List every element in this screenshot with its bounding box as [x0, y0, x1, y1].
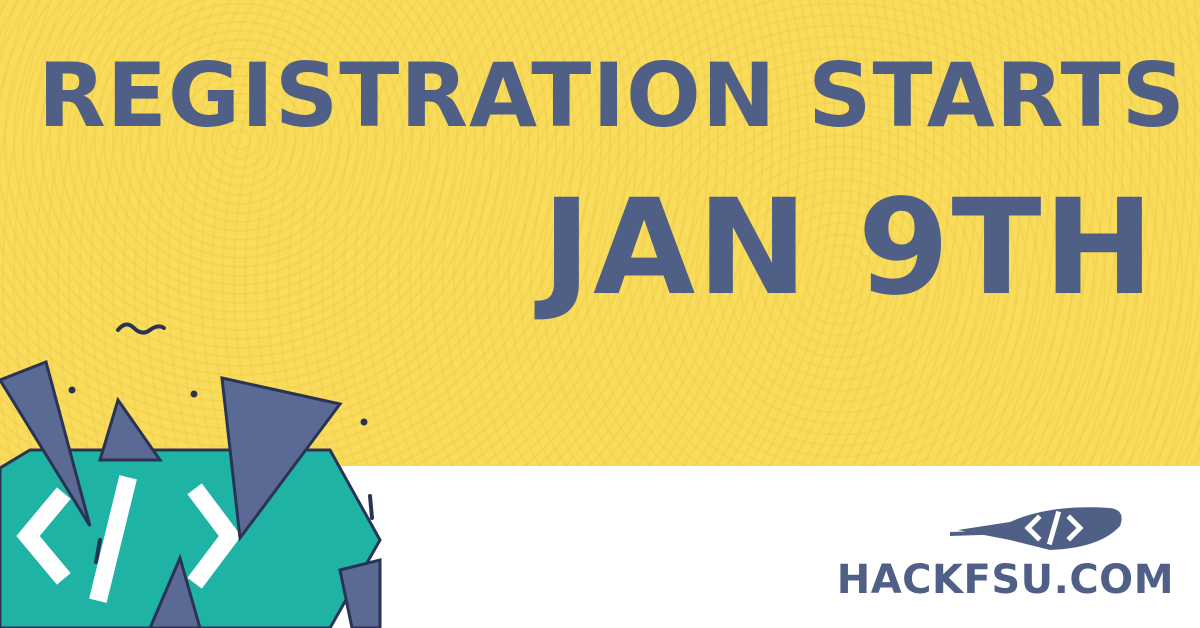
dot	[68, 386, 76, 394]
dot	[360, 418, 368, 426]
registration-date: JAN 9TH	[541, 171, 1156, 325]
triangle-shape	[338, 558, 382, 628]
geometric-decoration	[0, 322, 382, 628]
headline: REGISTRATION STARTS	[38, 44, 1187, 147]
quill-code-logo-icon	[950, 507, 1122, 550]
dot	[190, 390, 198, 398]
banner: REGISTRATION STARTS JAN 9TH HACKFSU.COM	[0, 0, 1200, 628]
triangle-shape	[97, 396, 163, 462]
dash-mark	[368, 494, 374, 520]
squiggle-shape	[116, 322, 166, 335]
site-url[interactable]: HACKFSU.COM	[837, 560, 1174, 600]
